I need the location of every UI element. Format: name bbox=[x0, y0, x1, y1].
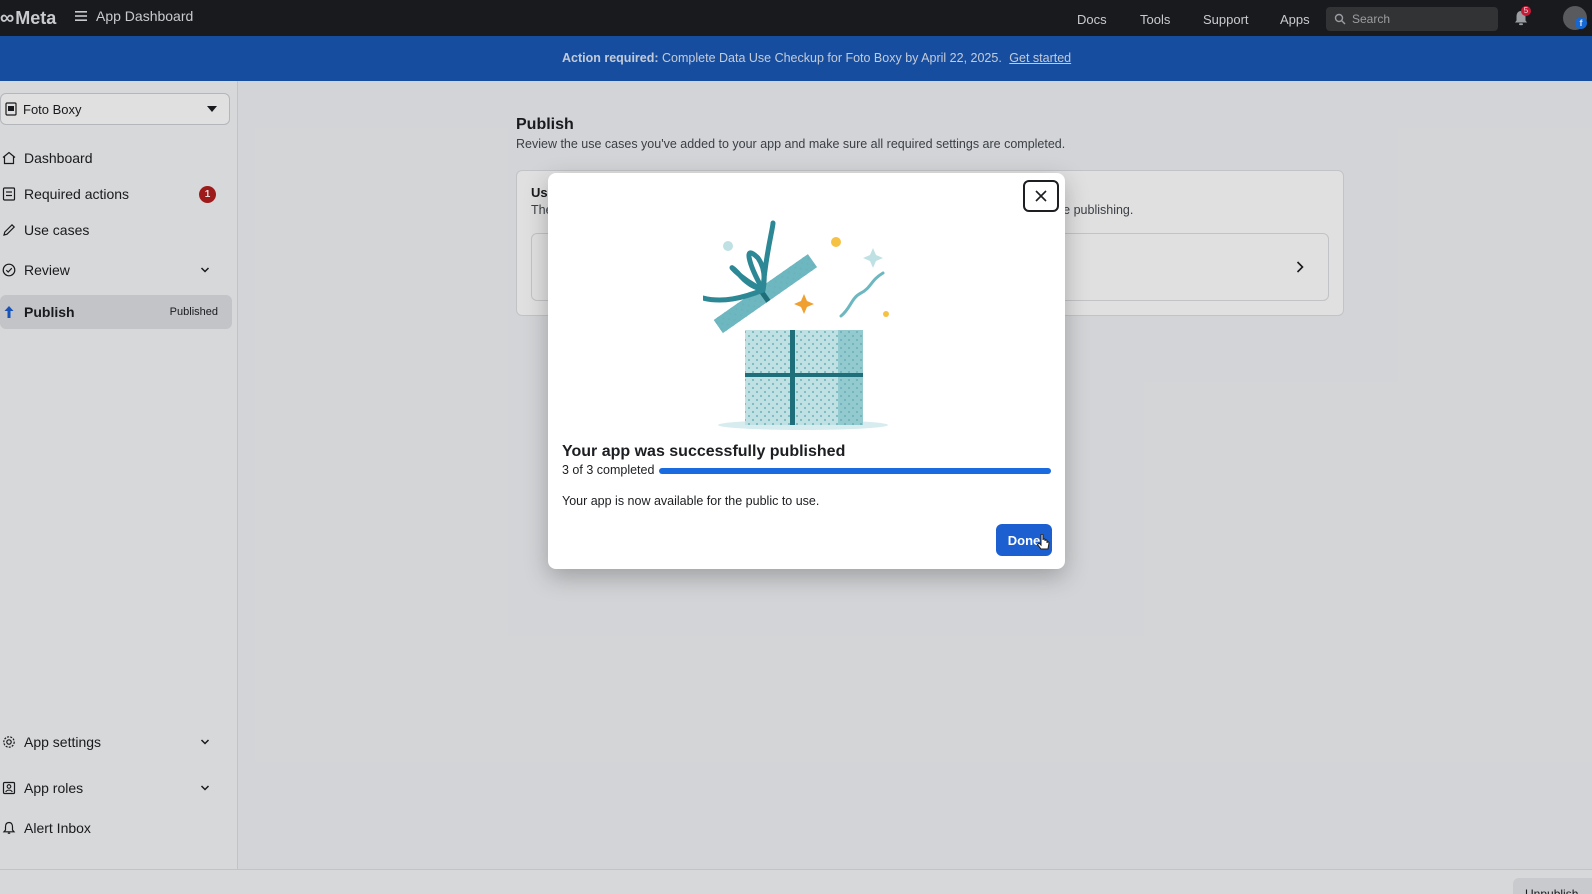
progress-label: 3 of 3 completed bbox=[562, 463, 655, 477]
close-button[interactable] bbox=[1023, 180, 1059, 212]
gift-box-illustration bbox=[703, 220, 889, 430]
progress-bar-fill bbox=[659, 468, 1051, 474]
dialog-title: Your app was successfully published bbox=[562, 443, 846, 460]
dialog-body: Your app is now available for the public… bbox=[562, 494, 820, 508]
close-icon bbox=[1035, 190, 1047, 202]
progress-bar bbox=[659, 468, 1051, 474]
publish-success-dialog: Your app was successfully published 3 of… bbox=[548, 173, 1065, 569]
mouse-pointer-icon bbox=[1036, 534, 1050, 550]
